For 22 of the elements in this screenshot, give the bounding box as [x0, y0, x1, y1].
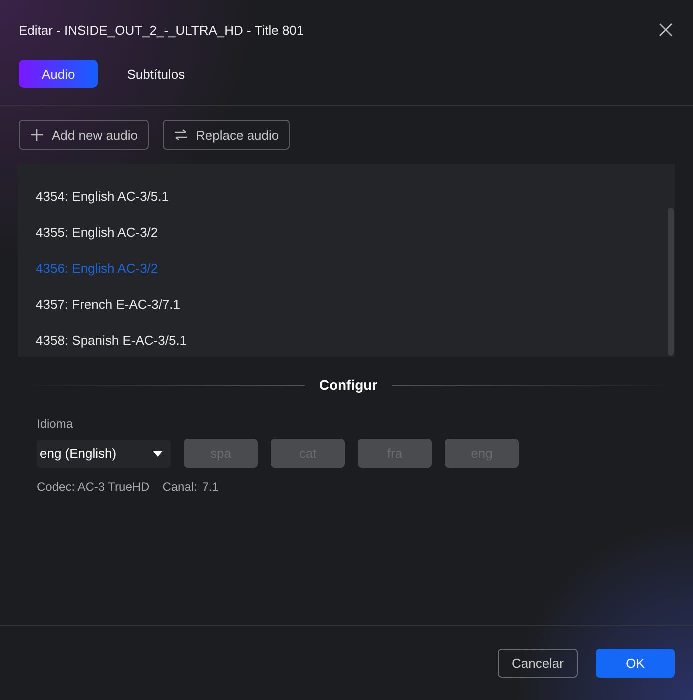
close-icon[interactable] — [659, 23, 673, 37]
tab[interactable]: Audio — [19, 60, 98, 88]
section-heading: Configur — [319, 377, 378, 393]
window-title: Editar - INSIDE_OUT_2_-_ULTRA_HD - Title 801 — [19, 22, 304, 38]
replace-audio-button[interactable]: Replace audio — [163, 120, 290, 150]
plus-icon — [30, 128, 44, 142]
channel-value: 7.1 — [202, 480, 220, 494]
language-dropdown[interactable]: eng (English) — [37, 440, 171, 468]
cancel-button[interactable]: Cancelar — [498, 649, 578, 678]
ok-button[interactable]: OK — [596, 649, 675, 678]
track-item[interactable]: 4357: French E-AC-3/7.1 — [18, 286, 668, 322]
scrollbar[interactable] — [668, 208, 674, 356]
track-item[interactable]: 4354: English AC-3/5.1 — [18, 178, 668, 214]
caret-icon — [153, 450, 163, 456]
track-item[interactable]: 4355: English AC-3/2 — [18, 214, 668, 250]
swap-arrows-icon — [174, 128, 188, 142]
track-item[interactable]: 4358: Spanish E-AC-3/5.1 — [18, 322, 668, 358]
add-audio-button[interactable]: Add new audio — [19, 120, 150, 150]
codec-text: Codec: AC-3 TrueHD — [37, 480, 150, 494]
channel-label: Canal: — [162, 480, 198, 494]
tab[interactable]: Subtítulos — [104, 60, 208, 88]
language-label: Idioma — [36, 416, 74, 431]
